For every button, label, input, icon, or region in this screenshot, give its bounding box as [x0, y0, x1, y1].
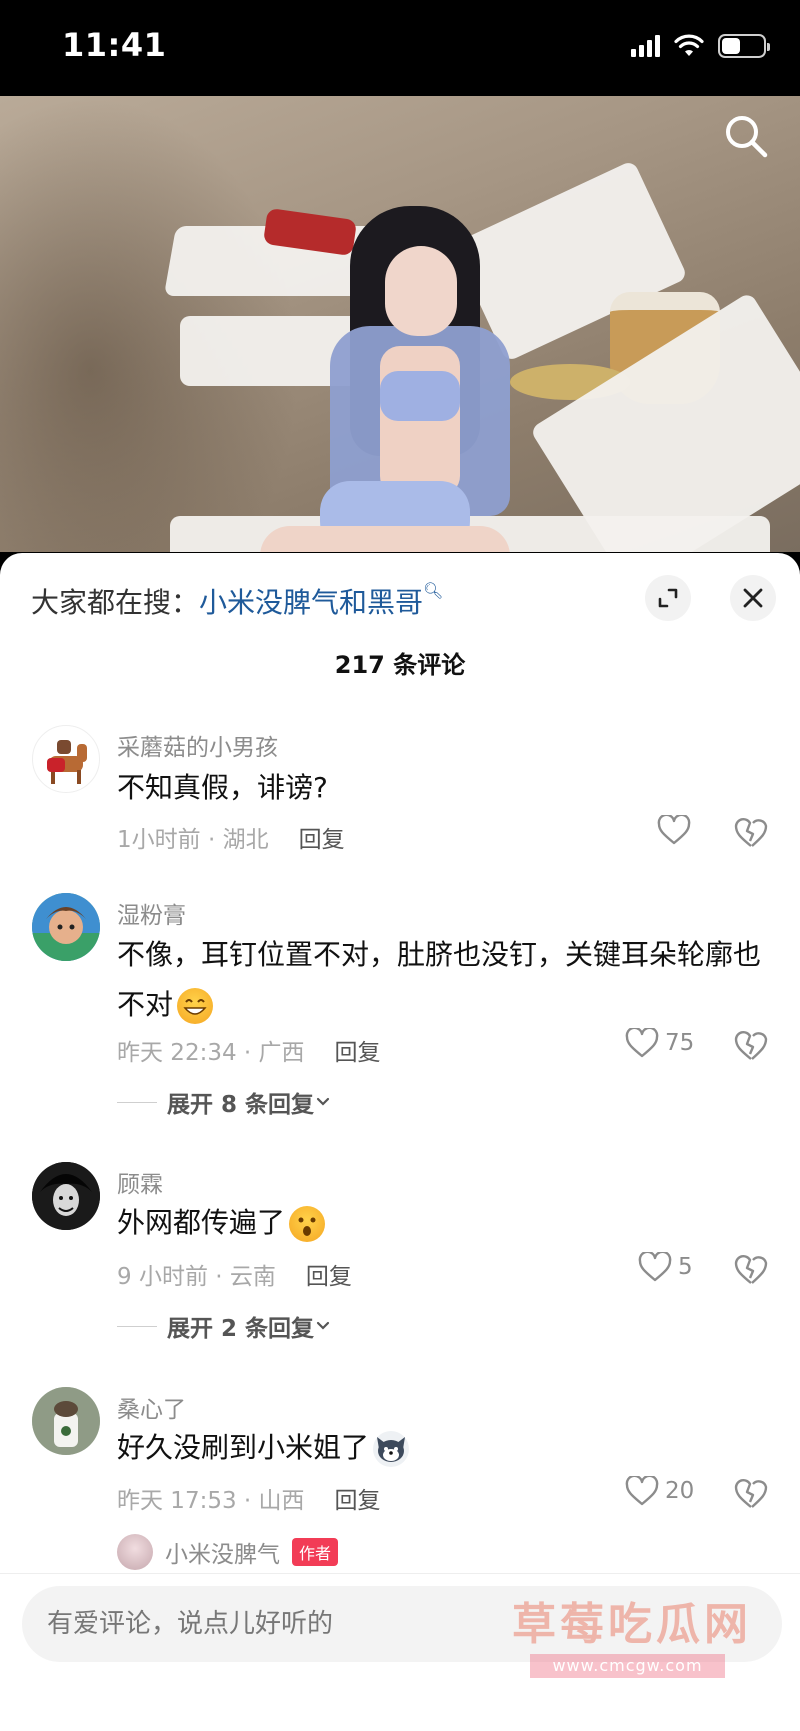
- comment-meta: 昨天 17:53 · 山西 回复: [117, 1481, 381, 1515]
- comment-count: 217 条评论: [334, 651, 466, 679]
- trending-search-hint[interactable]: 大家都在搜：小米没脾气和黑哥🔍︎: [31, 581, 443, 621]
- divider: [117, 1101, 157, 1103]
- comment-time-location: 1小时前 · 湖北: [117, 827, 269, 853]
- watermark-text: 草莓吃瓜网: [512, 1599, 752, 1650]
- expand-replies-label: 展开 2 条回复: [167, 1316, 315, 1342]
- comment-username[interactable]: 湿粉膏: [117, 896, 186, 930]
- wifi-icon: [674, 34, 704, 56]
- reply-button[interactable]: 回复: [306, 1264, 352, 1290]
- divider: [117, 1325, 157, 1327]
- like-button[interactable]: 20: [625, 1476, 694, 1506]
- battery-icon: [718, 34, 770, 58]
- chevron-down-icon: [316, 1097, 330, 1106]
- comment-username[interactable]: 桑心了: [117, 1390, 186, 1424]
- like-button[interactable]: 75: [625, 1028, 694, 1058]
- comment-text-body: 不像，耳钉位置不对，肚脐也没钉，关键耳朵轮廓也不对: [117, 938, 762, 1021]
- comment-time-location: 9 小时前 · 云南: [117, 1264, 276, 1290]
- video-player[interactable]: [0, 96, 800, 552]
- heart-icon: [625, 1028, 659, 1058]
- cellular-signal-icon: [631, 35, 660, 57]
- expand-icon: [658, 588, 678, 608]
- comment-username[interactable]: 顾霖: [117, 1165, 163, 1199]
- search-icon[interactable]: [722, 112, 770, 160]
- avatar[interactable]: [32, 893, 100, 961]
- like-count: 20: [665, 1478, 695, 1504]
- avatar[interactable]: [32, 1387, 100, 1455]
- comment-text: 不像，耳钉位置不对，肚脐也没钉，关键耳朵轮廓也不对: [117, 930, 777, 1030]
- reply-button[interactable]: 回复: [335, 1488, 381, 1514]
- chevron-down-icon: [316, 1321, 330, 1330]
- comment-input-bar: 草莓吃瓜网 www.cmcgw.com: [0, 1573, 800, 1731]
- heart-icon: [625, 1476, 659, 1506]
- expand-replies-button[interactable]: 展开 8 条回复: [117, 1085, 332, 1119]
- video-subject: [260, 206, 520, 552]
- husky-emoji-icon: [373, 1431, 410, 1467]
- broken-heart-icon[interactable]: [733, 1028, 769, 1062]
- comment-text-body: 好久没刷到小米姐了: [117, 1431, 370, 1464]
- broken-heart-icon[interactable]: [733, 815, 769, 849]
- broken-heart-icon[interactable]: [733, 1252, 769, 1286]
- expand-replies-label: 展开 8 条回复: [167, 1092, 315, 1118]
- like-count: 5: [678, 1254, 693, 1280]
- search-small-icon: 🔍︎: [423, 581, 444, 600]
- close-button[interactable]: [730, 575, 776, 621]
- comment-time-location: 昨天 17:53 · 山西: [117, 1488, 305, 1514]
- surprised-emoji-icon: [289, 1206, 326, 1242]
- reply-button[interactable]: 回复: [299, 827, 345, 853]
- comment-text: 外网都传遍了: [117, 1198, 777, 1248]
- like-button[interactable]: [657, 815, 691, 845]
- like-count: 75: [665, 1030, 695, 1056]
- close-icon: [743, 588, 763, 608]
- comment-time-location: 昨天 22:34 · 广西: [117, 1040, 305, 1066]
- comment-meta: 昨天 22:34 · 广西 回复: [117, 1033, 381, 1067]
- watermark-url: www.cmcgw.com: [530, 1654, 725, 1678]
- comment-text: 好久没刷到小米姐了: [117, 1423, 777, 1473]
- status-icons: [631, 34, 770, 58]
- comment-username[interactable]: 采蘑菇的小男孩: [117, 728, 278, 762]
- comments-header: 大家都在搜：小米没脾气和黑哥🔍︎ 217 条评论: [0, 553, 800, 683]
- expand-button[interactable]: [645, 575, 691, 621]
- expand-replies-button[interactable]: 展开 2 条回复: [117, 1309, 332, 1343]
- status-bar: 11:41: [0, 0, 800, 96]
- author-username[interactable]: 小米没脾气: [165, 1535, 280, 1569]
- grin-emoji-icon: [177, 988, 214, 1024]
- status-time: 11:41: [62, 26, 167, 64]
- avatar[interactable]: [32, 725, 100, 793]
- comment-meta: 9 小时前 · 云南 回复: [117, 1257, 352, 1291]
- comment-text: 不知真假，诽谤?: [117, 771, 328, 804]
- trending-search-term[interactable]: 小米没脾气和黑哥: [199, 586, 423, 619]
- avatar[interactable]: [117, 1534, 153, 1570]
- heart-icon: [638, 1252, 672, 1282]
- author-reply-preview[interactable]: 小米没脾气 作者: [117, 1534, 339, 1570]
- heart-icon: [657, 815, 691, 845]
- comment-text-body: 外网都传遍了: [117, 1206, 286, 1239]
- trending-search-prefix: 大家都在搜：: [31, 586, 200, 619]
- broken-heart-icon[interactable]: [733, 1476, 769, 1510]
- reply-button[interactable]: 回复: [335, 1040, 381, 1066]
- like-button[interactable]: 5: [638, 1252, 693, 1282]
- comment-meta: 1小时前 · 湖北 回复: [117, 820, 345, 854]
- avatar[interactable]: [32, 1162, 100, 1230]
- author-badge: 作者: [292, 1538, 339, 1566]
